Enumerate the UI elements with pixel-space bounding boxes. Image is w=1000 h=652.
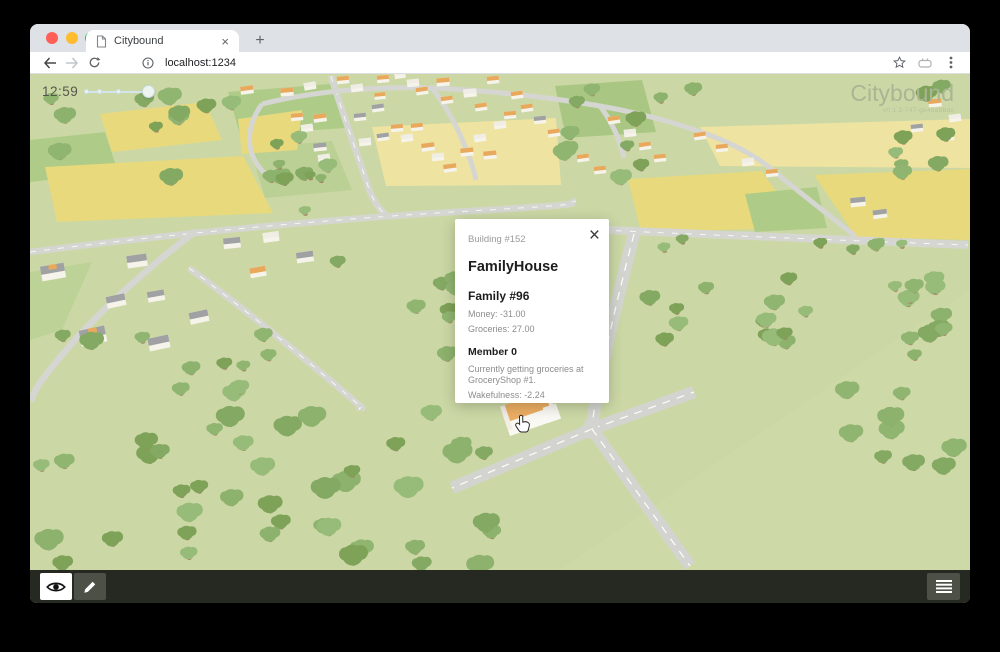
browser-window: Citybound × + localhost:1234 [30,24,970,603]
window-minimize-button[interactable] [66,32,78,44]
window-close-button[interactable] [46,32,58,44]
tab-strip: Citybound × + [30,24,970,52]
site-info-icon[interactable] [137,53,159,73]
family-money: Money: -31.00 [468,309,600,321]
member0-wakefulness: Wakefulness: -2.24 [468,390,600,402]
desktop: Citybound × + localhost:1234 [0,0,1000,652]
extension-icon[interactable] [914,53,936,73]
member0-heading: Member 0 [468,346,596,358]
slider-tick [84,89,89,94]
game-toolbar [30,570,970,603]
slider-tick [97,89,102,94]
family-groceries: Groceries: 27.00 [468,324,600,336]
time-speed-slider[interactable] [85,85,153,99]
member0-activity: Currently getting groceries at GrocerySh… [468,364,600,387]
building-info-panel: Building #152 × FamilyHouse Family #96 M… [455,219,609,403]
game-clock: 12:59 [42,84,78,99]
tab-close-button[interactable]: × [219,34,231,49]
building-id-label: Building #152 [468,234,526,245]
reload-button[interactable] [83,53,105,73]
game-menu-button[interactable] [927,573,960,600]
new-tab-button[interactable]: + [248,29,272,53]
slider-thumb[interactable] [142,85,155,98]
bookmark-star-button[interactable] [888,53,910,73]
forward-button[interactable] [61,53,83,73]
building-type-title: FamilyHouse [468,259,596,275]
slider-tick [116,89,121,94]
inspect-tool-button[interactable] [40,573,72,600]
time-hud: 12:59 [42,84,153,99]
browser-menu-button[interactable] [940,53,962,73]
back-button[interactable] [39,53,61,73]
browser-toolbar: localhost:1234 [30,52,970,74]
tab-title: Citybound [114,35,219,47]
edit-tool-button[interactable] [74,573,106,600]
page-favicon-icon [96,35,107,48]
family-heading: Family #96 [468,289,596,303]
browser-tab[interactable]: Citybound × [86,30,239,52]
game-viewport[interactable]: 12:59 Citybound v0.1.2-747-ge45a8bdc Bui… [30,74,970,570]
address-bar[interactable]: localhost:1234 [165,57,888,69]
panel-close-button[interactable]: × [589,226,600,245]
